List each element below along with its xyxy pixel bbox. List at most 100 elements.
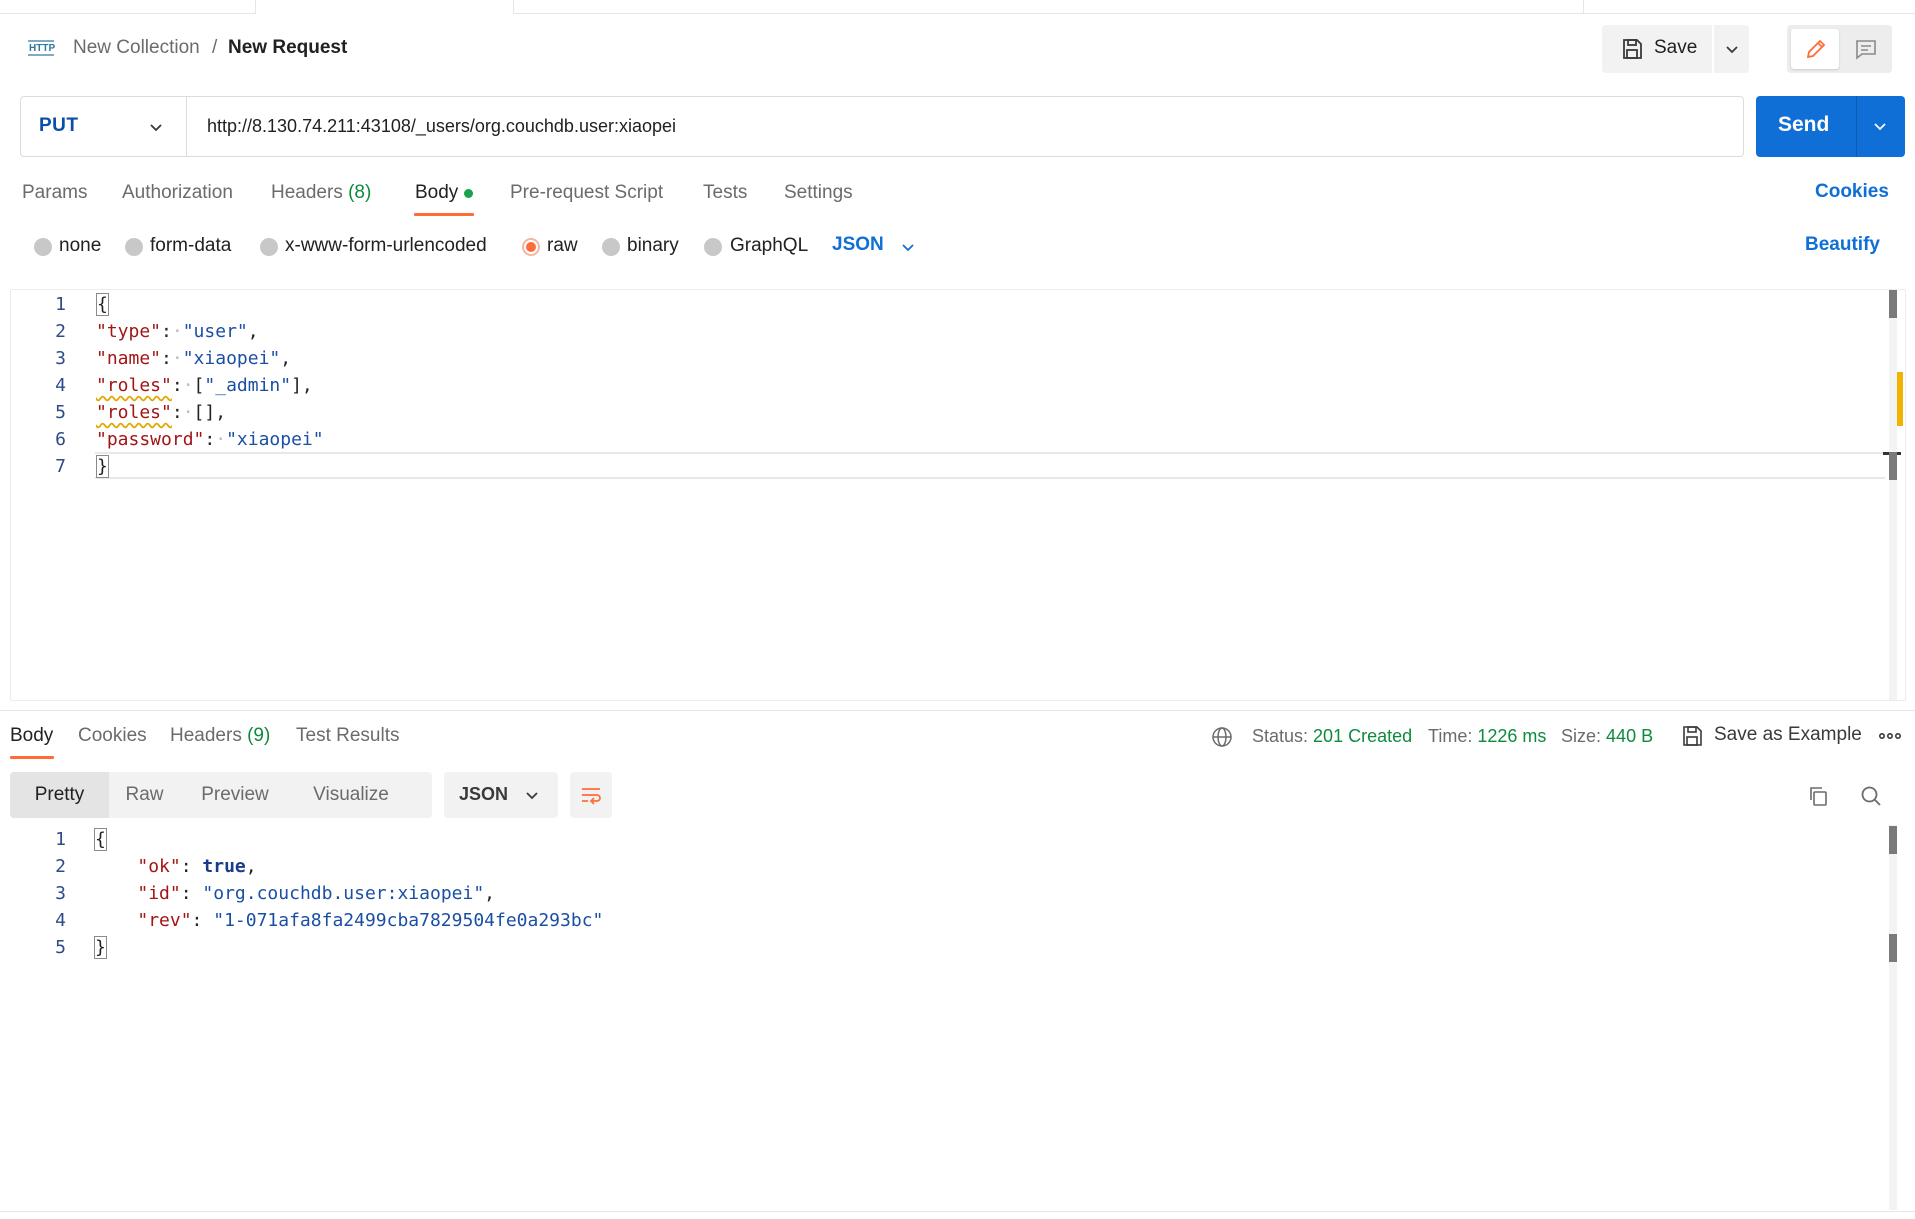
tab-active-request[interactable] [256,0,514,14]
radio-raw-label[interactable]: raw [547,234,578,258]
response-code-line[interactable]: "rev": "1-071afa8fa2499cba7829504fe0a293… [94,907,603,934]
body-modified-dot [464,189,473,198]
scrollbar-thumb[interactable] [1889,290,1897,318]
size-value: 440 B [1606,726,1654,746]
body-format-select[interactable]: JSON [832,234,884,256]
code-line[interactable]: "roles":·[], [96,399,226,426]
response-tab-headers-count: (9) [247,725,271,746]
code-key-warning: "roles" [96,402,172,423]
bottom-border [0,1211,1915,1212]
comment-icon[interactable] [1854,37,1878,61]
chevron-down-icon[interactable] [1870,116,1890,136]
radio-binary[interactable] [602,238,620,256]
cookies-link[interactable]: Cookies [1815,181,1889,203]
method-label: PUT [39,115,79,136]
save-divider [1712,25,1714,73]
response-code-line[interactable]: } [94,934,107,961]
code-key: "type" [96,321,162,342]
tab-placeholder-middle[interactable] [514,0,1584,14]
response-tab-test-results[interactable]: Test Results [296,724,399,748]
response-tab-headers[interactable]: Headers (9) [170,724,270,748]
line-number: 5 [55,402,66,423]
breadcrumb-collection[interactable]: New Collection [73,36,200,60]
response-tab-body[interactable]: Body [10,724,53,748]
line-number: 7 [55,456,66,477]
scrollbar-current-marker [1889,934,1897,962]
response-divider[interactable] [0,710,1915,711]
scrollbar-thumb[interactable] [1889,826,1897,854]
search-icon[interactable] [1859,784,1883,808]
send-button[interactable]: Send [1778,113,1829,137]
page-title[interactable]: New Request [228,36,347,60]
code-line[interactable]: "type":·"user", [96,318,259,345]
response-format-select[interactable]: JSON [444,772,558,818]
radio-form-data[interactable] [125,238,143,256]
line-number: 4 [55,910,66,931]
line-number: 6 [55,429,66,450]
radio-none[interactable] [34,238,52,256]
code-line[interactable]: "roles":·["_admin"], [96,372,313,399]
response-status[interactable]: Status: 201 Created [1252,724,1412,748]
time-label: Time: [1428,726,1473,746]
view-visualize[interactable]: Visualize [290,772,412,818]
view-pretty[interactable]: Pretty [10,772,109,818]
request-body-editor[interactable] [10,289,1906,701]
edit-mode-button[interactable] [1791,29,1839,69]
radio-binary-label[interactable]: binary [627,234,679,258]
response-code-line[interactable]: { [94,826,107,853]
code-key: "password" [96,429,205,450]
view-mode-toggle [1787,25,1892,73]
code-value: "_admin" [204,375,292,396]
floppy-disk-icon[interactable] [1680,724,1704,748]
view-preview[interactable]: Preview [180,772,290,818]
code-line[interactable]: "name":·"xiaopei", [96,345,291,372]
globe-icon[interactable] [1210,725,1234,749]
response-code-line[interactable]: "ok": true, [94,853,256,880]
code-line[interactable]: } [96,453,109,480]
tab-prerequest-script[interactable]: Pre-request Script [510,181,663,205]
line-number: 1 [55,294,66,315]
radio-none-label[interactable]: none [59,234,101,258]
wrap-lines-button[interactable] [570,772,612,818]
response-view-toggle: Pretty Raw Preview Visualize [10,772,432,818]
radio-urlencoded-label[interactable]: x-www-form-urlencoded [285,234,487,258]
response-time[interactable]: Time: 1226 ms [1428,724,1546,748]
tab-placeholder-left[interactable] [0,0,256,14]
response-scrollbar[interactable] [1889,825,1897,1210]
response-format-label: JSON [459,784,509,804]
method-select[interactable]: PUT [21,97,187,156]
radio-form-data-label[interactable]: form-data [150,234,231,258]
code-line[interactable]: "password":·"xiaopei" [96,426,324,453]
code-value: "user" [182,321,248,342]
tab-authorization[interactable]: Authorization [122,181,233,205]
chevron-down-icon[interactable] [1722,39,1742,59]
tab-strip [0,0,1915,14]
url-input[interactable] [207,97,1707,156]
save-as-example-button[interactable]: Save as Example [1714,724,1862,746]
save-button[interactable]: Save [1654,37,1697,59]
beautify-button[interactable]: Beautify [1805,234,1880,256]
more-horizontal-icon[interactable] [1877,726,1903,746]
radio-urlencoded[interactable] [260,238,278,256]
response-tab-headers-label: Headers [170,725,242,746]
radio-graphql[interactable] [704,238,722,256]
line-number: 3 [55,348,66,369]
response-code-line[interactable]: "id": "org.couchdb.user:xiaopei", [94,880,495,907]
tab-params[interactable]: Params [22,181,87,205]
tab-settings[interactable]: Settings [784,181,853,205]
view-raw[interactable]: Raw [109,772,180,818]
copy-icon[interactable] [1806,784,1830,808]
tab-body[interactable]: Body [415,181,458,205]
code-brace-open: { [96,293,109,316]
code-line[interactable]: { [96,291,109,318]
response-tab-cookies[interactable]: Cookies [78,724,147,748]
response-size[interactable]: Size: 440 B [1561,724,1653,748]
chevron-down-icon[interactable] [898,237,918,257]
radio-graphql-label[interactable]: GraphQL [730,234,808,258]
tab-headers[interactable]: Headers (8) [271,181,371,205]
code-value: "xiaopei" [226,429,324,450]
request-scrollbar[interactable] [1889,290,1897,700]
radio-raw[interactable] [522,238,540,256]
floppy-disk-icon[interactable] [1620,37,1644,61]
tab-tests[interactable]: Tests [703,181,747,205]
